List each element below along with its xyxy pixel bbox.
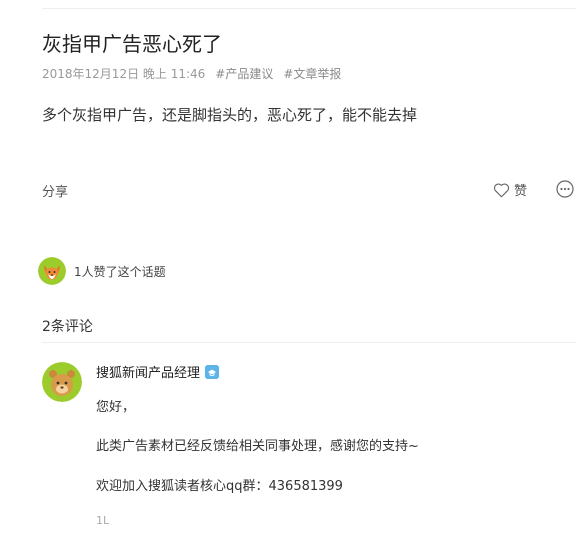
tag-article-report[interactable]: #文章举报	[283, 65, 341, 82]
verified-badge-icon	[205, 364, 220, 379]
heart-outline-icon	[493, 182, 510, 198]
likes-summary-row: 1人赞了这个话题	[38, 257, 166, 285]
post-meta: 2018年12月12日 晚上 11:46 #产品建议 #文章举报	[42, 65, 341, 82]
comment-author-row: 搜狐新闻产品经理	[96, 362, 220, 381]
post-title: 灰指甲广告恶心死了	[42, 32, 222, 56]
comment-text-line: 欢迎加入搜狐读者核心qq群：436581399	[96, 479, 343, 494]
top-divider	[42, 8, 576, 9]
tag-product-suggestion[interactable]: #产品建议	[215, 65, 273, 82]
comments-count: 2条评论	[42, 319, 93, 335]
like-button[interactable]: 赞	[493, 180, 527, 199]
comments-divider	[42, 342, 576, 343]
comment-text-line: 此类广告素材已经反馈给相关同事处理，感谢您的支持~	[96, 439, 419, 454]
comment-floor-number: 1L	[96, 514, 110, 527]
post-body: 多个灰指甲广告，还是脚指头的，恶心死了，能不能去掉	[42, 106, 418, 124]
more-options-button[interactable]	[556, 180, 574, 198]
fox-avatar[interactable]	[38, 257, 66, 285]
more-dots-icon	[556, 180, 574, 198]
comment-author-name[interactable]: 搜狐新闻产品经理	[96, 362, 200, 381]
comment-text-line: 您好，	[96, 400, 136, 415]
post-timestamp: 2018年12月12日 晚上 11:46	[42, 67, 206, 81]
like-label: 赞	[514, 184, 528, 199]
likes-summary-text: 1人赞了这个话题	[74, 264, 166, 279]
commenter-avatar[interactable]	[42, 362, 82, 402]
share-button[interactable]: 分享	[42, 181, 68, 200]
